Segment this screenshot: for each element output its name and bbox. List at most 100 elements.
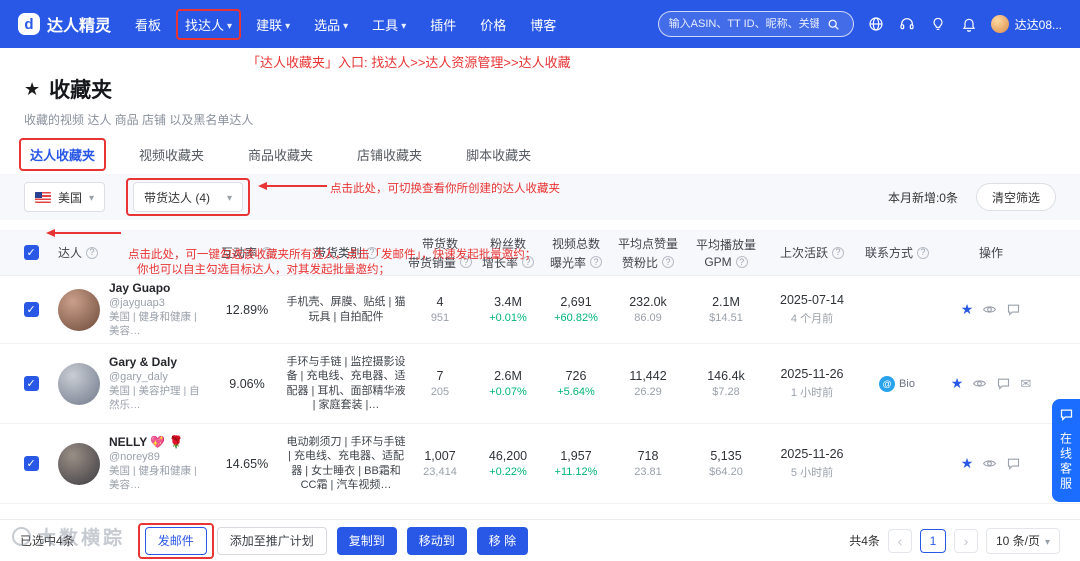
app-logo[interactable]: 达人精灵 (18, 12, 111, 36)
chevron-down-icon (401, 17, 406, 32)
influencer-handle: @norey89 (109, 450, 160, 463)
next-page-button[interactable] (953, 528, 978, 553)
table-row: Gary & Daly @gary_daly 美国 | 美容护理 | 自然乐… … (0, 344, 1080, 424)
total-count: 共4条 (849, 534, 880, 548)
table-row: Jay Guapo @jayguap3 美国 | 健身和健康 | 美容… 12.… (0, 276, 1080, 344)
add-to-campaign-button[interactable]: 添加至推广计划 (216, 526, 327, 555)
nav-item-pricing[interactable]: 价格 (480, 15, 506, 34)
row-checkbox[interactable] (24, 456, 39, 471)
interaction-rate: 9.06% (229, 376, 265, 391)
col-active: 上次活跃 (779, 246, 828, 260)
tab-shop-collection[interactable]: 店铺收藏夹 (357, 145, 422, 164)
nav-item-products[interactable]: 选品 (314, 15, 348, 34)
avatar (58, 362, 100, 405)
favorite-star-icon[interactable] (951, 375, 964, 392)
nav-item-plugin[interactable]: 插件 (430, 15, 456, 34)
notification-bell-icon[interactable] (960, 15, 978, 33)
videos-count: 2,691 (560, 295, 592, 309)
table-row: NELLY 💖 🌹 @norey89 美国 | 健身和健康 | 美容… 14.6… (0, 424, 1080, 504)
table-header: 达人 互动率 带货类别 带货数带货销量 粉丝数增长率 视频总数曝光率 平均点赞量… (0, 230, 1080, 276)
pagination: 共4条 1 10 条/页 (849, 527, 1060, 554)
influencer-name[interactable]: Jay Guapo (109, 281, 208, 295)
help-icon[interactable] (522, 256, 534, 268)
influencer-name[interactable]: NELLY 💖 🌹 (109, 435, 208, 449)
clear-filters-button[interactable]: 清空筛选 (975, 183, 1056, 211)
last-active: 2025-07-14 (780, 293, 844, 307)
tab-script-collection[interactable]: 脚本收藏夹 (466, 145, 531, 164)
page-number[interactable]: 1 (919, 528, 946, 553)
prev-page-button[interactable] (887, 528, 912, 553)
tips-bulb-icon[interactable] (929, 15, 947, 33)
select-all-checkbox[interactable] (24, 245, 39, 260)
fans-count: 2.6M (494, 369, 522, 383)
user-menu[interactable]: 达达08... (990, 15, 1062, 33)
col-contact: 联系方式 (864, 246, 913, 260)
user-avatar (990, 15, 1009, 33)
online-service-widget[interactable]: 在线客服 (1052, 399, 1080, 502)
nav-item-blog[interactable]: 博客 (530, 15, 556, 34)
avg-plays: 5,135 (710, 449, 742, 463)
selected-count: 已选中4条 (20, 534, 75, 548)
view-eye-icon[interactable] (982, 456, 997, 471)
page-size-select[interactable]: 10 条/页 (985, 527, 1060, 554)
support-headset-icon[interactable] (898, 15, 916, 33)
nav-item-dashboard[interactable]: 看板 (135, 15, 161, 34)
collection-tabs: 达人收藏夹 视频收藏夹 商品收藏夹 店铺收藏夹 脚本收藏夹 (0, 128, 1080, 174)
avg-plays: 146.4k (707, 369, 745, 383)
username: 达达08... (1014, 17, 1062, 32)
favorite-star-icon[interactable] (961, 455, 974, 472)
contact-cell: Bio (858, 375, 936, 392)
copy-to-button[interactable]: 复制到 (336, 526, 397, 555)
comment-icon[interactable] (1006, 456, 1021, 471)
help-icon[interactable] (832, 246, 844, 259)
collection-select[interactable]: 带货达人 (4) (126, 178, 251, 216)
row-checkbox[interactable] (24, 376, 39, 391)
help-icon[interactable] (590, 256, 602, 268)
tab-video-collection[interactable]: 视频收藏夹 (139, 145, 204, 164)
search-icon[interactable] (825, 15, 843, 33)
chevron-down-icon (89, 190, 94, 204)
help-icon[interactable] (366, 246, 378, 259)
favorite-star-icon[interactable] (961, 301, 974, 318)
mail-icon[interactable] (1020, 376, 1031, 392)
comment-icon[interactable] (996, 376, 1011, 391)
videos-count: 1,957 (560, 449, 592, 463)
nav-right: 达达08... (657, 11, 1062, 37)
move-to-button[interactable]: 移动到 (406, 526, 467, 555)
interaction-rate: 12.89% (225, 302, 269, 317)
comment-icon[interactable] (1006, 302, 1021, 317)
send-email-button[interactable]: 发邮件 (137, 522, 214, 559)
help-icon[interactable] (460, 256, 472, 268)
help-icon[interactable] (917, 246, 929, 259)
row-checkbox[interactable] (24, 302, 39, 317)
nav-item-connect[interactable]: 建联 (256, 15, 290, 34)
language-globe-icon[interactable] (867, 15, 885, 33)
view-eye-icon[interactable] (982, 302, 997, 317)
videos-count: 726 (565, 369, 587, 383)
nav-item-tools[interactable]: 工具 (372, 15, 406, 34)
help-icon[interactable] (261, 246, 273, 259)
avg-likes: 232.0k (629, 295, 667, 309)
online-service-label: 在线客服 (1058, 432, 1073, 492)
col-fans: 粉丝数 (489, 236, 526, 251)
fans-count: 46,200 (488, 449, 528, 463)
avatar (58, 442, 100, 485)
tab-influencer-collection[interactable]: 达人收藏夹 (18, 138, 107, 171)
country-select[interactable]: 美国 (24, 182, 106, 212)
chevron-down-icon (285, 17, 290, 32)
chevron-down-icon (343, 17, 348, 32)
remove-button[interactable]: 移 除 (476, 526, 529, 555)
influencer-tags: 美国 | 美容护理 | 自然乐… (109, 384, 200, 411)
nav-item-find-influencer[interactable]: 找达人 (176, 8, 242, 40)
bio-link-icon[interactable] (879, 375, 896, 392)
search-input[interactable] (668, 18, 819, 30)
row-actions (936, 301, 1046, 318)
influencer-name[interactable]: Gary & Daly (109, 355, 208, 369)
influencer-tags: 美国 | 健身和健康 | 美容… (109, 310, 197, 337)
help-icon[interactable] (662, 256, 674, 268)
help-icon[interactable] (86, 246, 99, 259)
month-new-count: 本月新增:0条 (887, 190, 958, 205)
tab-product-collection[interactable]: 商品收藏夹 (248, 145, 313, 164)
help-icon[interactable] (735, 256, 748, 268)
view-eye-icon[interactable] (972, 376, 987, 391)
